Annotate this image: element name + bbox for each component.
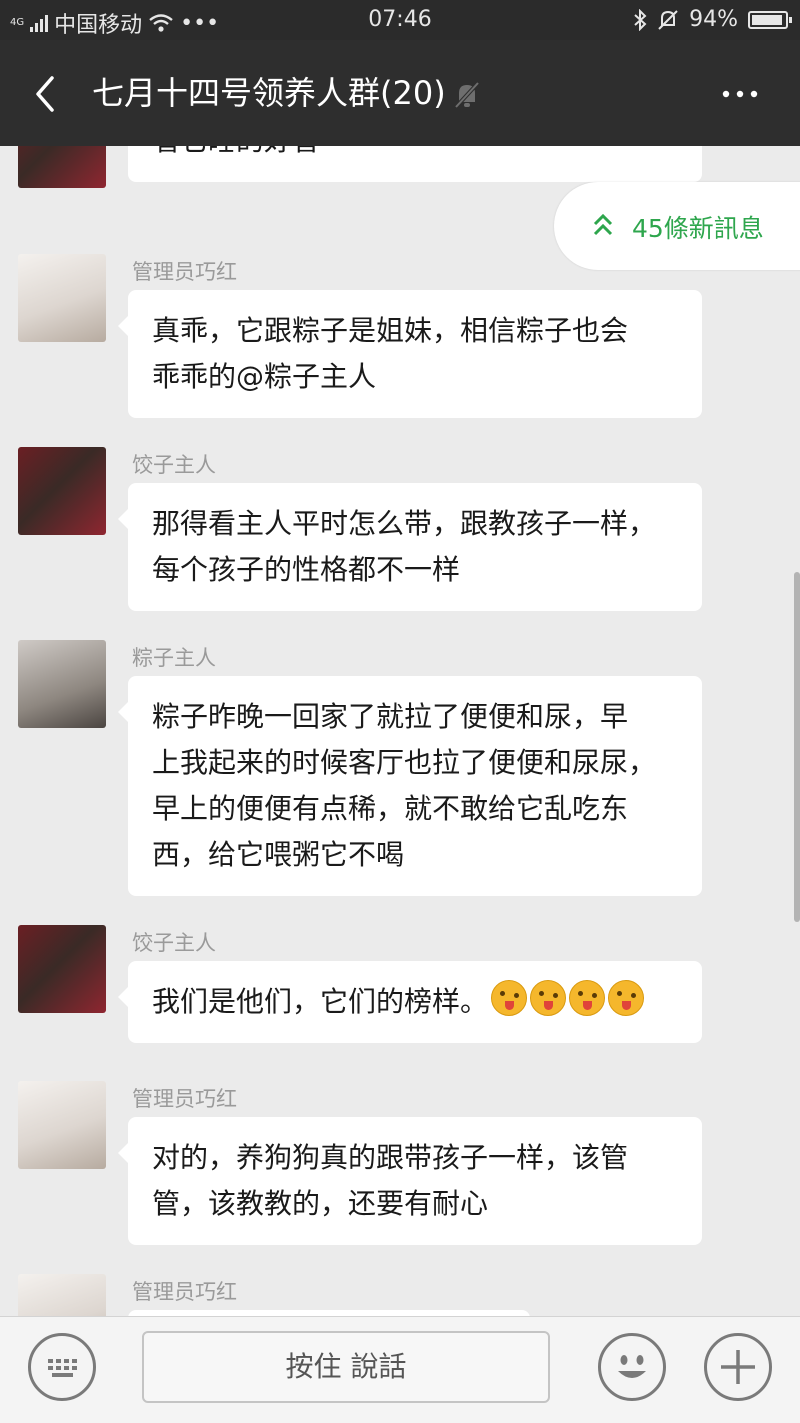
status-right: 94%: [633, 7, 792, 32]
avatar[interactable]: [18, 146, 106, 188]
new-messages-button[interactable]: 45條新訊息: [554, 182, 800, 270]
smiley-icon: [618, 1355, 646, 1378]
message-bubble[interactable]: 那得看主人平时怎么带，跟教孩子一样， 每个孩子的性格都不一样: [118, 483, 702, 611]
message-text: 我们是他们，它们的榜样。: [152, 985, 489, 1018]
sender-name: 饺子主人: [132, 931, 216, 955]
battery-fill: [752, 14, 782, 25]
message-line: 早上的便便有点稀，就不敢给它乱吃东: [152, 792, 629, 825]
double-chevron-up-icon: [593, 213, 613, 236]
message-bubble[interactable]: 对的，养狗狗真的跟带孩子一样，该管 管，该教教的，还要有耐心: [118, 1117, 702, 1245]
sender-name: 管理员巧红: [132, 1280, 237, 1304]
avatar[interactable]: [18, 640, 106, 728]
tongue-wink-emoji-icon: [491, 980, 528, 1016]
sender-name: 粽子主人: [132, 646, 216, 670]
avatar[interactable]: [18, 1274, 106, 1316]
message-line: 西，给它喂粥它不喝: [152, 838, 405, 871]
message-line: 上我起来的时候客厅也拉了便便和尿尿，: [152, 746, 657, 779]
message-bubble[interactable]: 看它睡的好香: [128, 146, 702, 182]
avatar[interactable]: [18, 254, 106, 342]
sender-name: 饺子主人: [132, 453, 216, 477]
message-list[interactable]: 看它睡的好香 管理员巧红 真乖，它跟粽子是姐妹，相信粽子也会 乖乖的@粽子主人 …: [0, 146, 800, 1316]
emoji-button[interactable]: [598, 1333, 666, 1401]
tongue-wink-emoji-icon: [608, 980, 645, 1016]
message-line: 对的，养狗狗真的跟带孩子一样，该管: [152, 1141, 629, 1174]
alarm-off-icon: [658, 9, 678, 30]
chat-header: 七月十四号领养人群(20): [0, 40, 800, 146]
bell-off-icon: [454, 81, 480, 109]
sender-name: 管理员巧红: [132, 1087, 237, 1111]
chevron-left-icon[interactable]: [28, 74, 68, 114]
avatar[interactable]: [18, 925, 106, 1013]
scrollbar[interactable]: [794, 572, 800, 922]
bluetooth-icon: [634, 8, 647, 31]
message-bubble[interactable]: 我们是他们，它们的榜样。: [118, 961, 702, 1043]
avatar[interactable]: [18, 447, 106, 535]
keyboard-icon: [48, 1359, 77, 1377]
message-bubble[interactable]: 粽子昨晚一回家了就拉了便便和尿，早 上我起来的时候客厅也拉了便便和尿尿， 早上的…: [118, 676, 702, 896]
keyboard-button[interactable]: [28, 1333, 96, 1401]
new-messages-label: 45條新訊息: [632, 214, 764, 243]
message-line: 每个孩子的性格都不一样: [152, 553, 461, 586]
message-line: 粽子昨晚一回家了就拉了便便和尿，早: [152, 700, 629, 733]
status-bar: 4G 中国移动 ••• 07:46 94%: [0, 0, 800, 40]
tongue-wink-emoji-icon: [530, 980, 567, 1016]
sender-name: 管理员巧红: [132, 260, 237, 284]
battery-percent: 94%: [689, 7, 738, 32]
avatar[interactable]: [18, 1081, 106, 1169]
battery-icon: [748, 10, 792, 29]
message-text: 看它睡的好香: [152, 146, 320, 157]
more-actions-button[interactable]: [704, 1333, 772, 1401]
chat-title: 七月十四号领养人群(20): [92, 74, 446, 112]
message-line: 真乖，它跟粽子是姐妹，相信粽子也会: [152, 314, 629, 347]
message-line: 乖乖的@粽子主人: [152, 360, 377, 393]
more-dots-icon[interactable]: [720, 82, 760, 106]
hold-to-talk-button[interactable]: 按住 說話: [142, 1331, 550, 1403]
message-line: 那得看主人平时怎么带，跟教孩子一样，: [152, 507, 657, 540]
input-bar: 按住 說話: [0, 1316, 800, 1423]
message-line: 管，该教教的，还要有耐心: [152, 1187, 489, 1220]
plus-icon: [721, 1350, 755, 1384]
tongue-wink-emoji-icon: [569, 980, 606, 1016]
message-bubble[interactable]: 真乖，它跟粽子是姐妹，相信粽子也会 乖乖的@粽子主人: [118, 290, 702, 418]
